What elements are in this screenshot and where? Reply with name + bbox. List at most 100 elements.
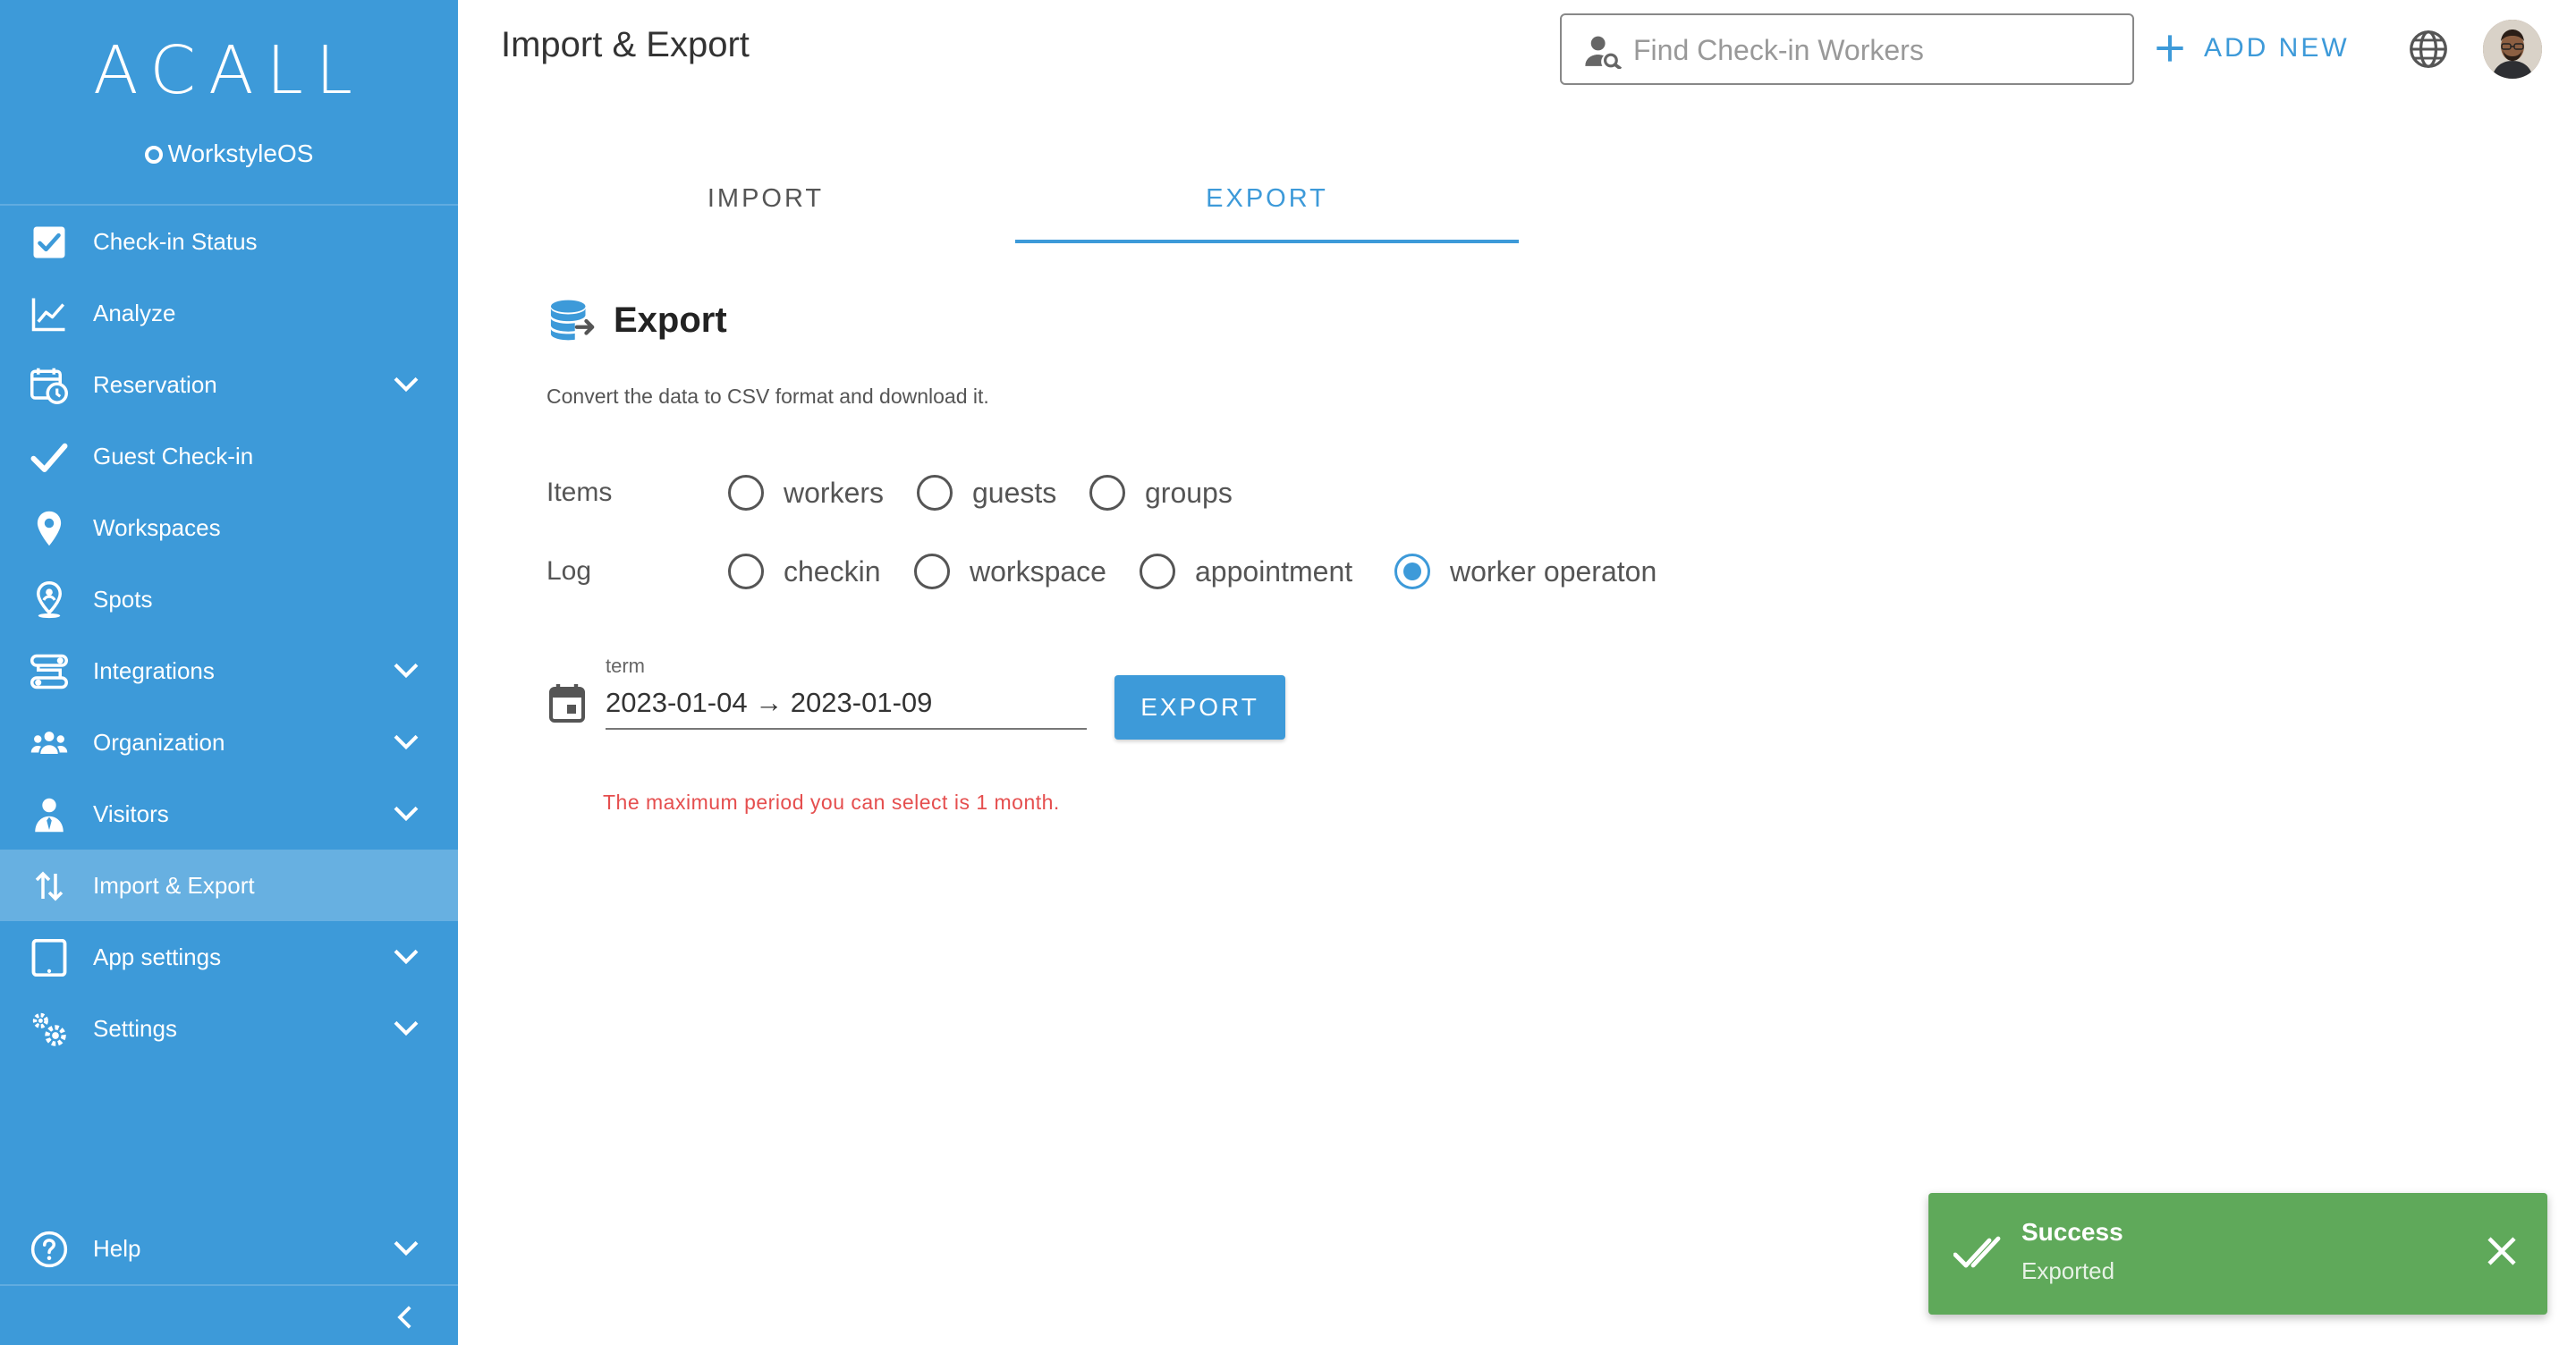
radio-circle[interactable] [728,475,764,511]
people-icon [30,732,68,754]
sidebar-item-label: Reservation [93,370,217,398]
radio-workers[interactable]: workers [728,475,884,511]
search-input[interactable] [1633,26,2116,74]
term-error-message: The maximum period you can select is 1 m… [603,791,1060,814]
plus-icon [2157,35,2183,62]
chevron-down-icon[interactable] [392,1016,420,1041]
chevron-down-icon[interactable] [392,372,420,397]
success-toast: Success Exported [1928,1193,2547,1315]
person-pin-icon [36,581,63,619]
add-new-button[interactable]: ADD NEW [2156,29,2350,68]
page-title: Import & Export [501,25,750,64]
acall-logo[interactable]: ACALL [0,32,458,109]
close-icon[interactable] [2483,1232,2521,1270]
add-new-label: ADD NEW [2204,33,2350,63]
calendar-icon[interactable] [549,683,585,723]
radio-checkin[interactable]: checkin [728,554,881,589]
sidebar-item-label: Workspaces [93,513,221,541]
sidebar-item-guest-check-in[interactable]: Guest Check-in [0,420,458,492]
radio-workspace[interactable]: workspace [914,554,1106,589]
chevron-down-icon[interactable] [392,801,420,826]
search-box[interactable] [1560,13,2134,85]
chevron-down-icon[interactable] [392,730,420,755]
collapse-sidebar-icon[interactable] [392,1304,417,1331]
help-icon [30,1231,68,1268]
radio-guests[interactable]: guests [917,475,1056,511]
sidebar-item-analyze[interactable]: Analyze [0,277,458,349]
term-date-range-input[interactable] [606,678,1087,730]
sidebar-item-integrations[interactable]: Integrations [0,635,458,706]
line-chart-icon [31,298,65,332]
sidebar-item-visitors[interactable]: Visitors [0,778,458,850]
import-export-icon [35,871,64,901]
radio-circle[interactable] [914,554,950,589]
sidebar-item-import-export[interactable]: Import & Export [0,850,458,921]
radio-label: worker operaton [1450,554,1657,588]
chevron-down-icon[interactable] [392,658,420,683]
radio-label: guests [972,476,1057,509]
sidebar-footer [0,1284,458,1345]
section-description: Convert the data to CSV format and downl… [547,385,989,408]
integrations-icon [30,654,68,689]
checkbox-icon [33,226,65,258]
calendar-clock-icon [30,368,68,404]
radio-circle[interactable] [1089,475,1125,511]
log-label: Log [547,556,592,586]
brand-header: ACALL WorkstyleOS [0,0,458,206]
radio-label: appointment [1195,554,1353,588]
sidebar-item-label: Spots [93,585,153,613]
product-name-bold: Workstyle [167,140,277,167]
sidebar-item-label: Guest Check-in [93,442,254,469]
database-export-icon [550,300,595,341]
term-label: term [606,655,645,677]
sidebar-item-workspaces[interactable]: Workspaces [0,492,458,563]
toast-message: Exported [2021,1257,2115,1284]
sidebar-item-label: Import & Export [93,871,255,899]
radio-circle-selected[interactable] [1394,554,1430,589]
sidebar-item-label: Organization [93,728,225,756]
tab-export[interactable]: EXPORT [1015,168,1519,243]
workstyle-ring-icon [144,146,163,164]
product-name: WorkstyleOS [0,140,458,168]
sidebar-item-reservation[interactable]: Reservation [0,349,458,420]
avatar[interactable] [2483,20,2542,79]
globe-icon[interactable] [2409,30,2448,69]
sidebar-item-check-in-status[interactable]: Check-in Status [0,206,458,277]
gears-icon [32,1012,66,1046]
section-title: Export [614,300,727,340]
sidebar-item-label: Visitors [93,799,169,827]
sidebar: ACALL WorkstyleOS Check-in Status Analyz… [0,0,458,1345]
chevron-down-icon[interactable] [392,944,420,969]
sidebar-item-label: Help [93,1234,141,1262]
tab-import[interactable]: IMPORT [512,168,1020,243]
double-check-icon [1953,1236,2001,1268]
sidebar-item-app-settings[interactable]: App settings [0,921,458,993]
sidebar-nav: Check-in Status Analyze Reservation Gues… [0,206,458,1064]
radio-appointment[interactable]: appointment [1140,554,1352,589]
export-button[interactable]: EXPORT [1114,675,1285,740]
sidebar-item-settings[interactable]: Settings [0,993,458,1064]
sidebar-item-label: App settings [93,943,222,970]
sidebar-item-label: Settings [93,1014,177,1042]
sidebar-item-spots[interactable]: Spots [0,563,458,635]
user-photo-icon [2483,20,2542,79]
chevron-down-icon[interactable] [392,1236,420,1261]
sidebar-item-organization[interactable]: Organization [0,706,458,778]
items-label: Items [547,478,613,507]
visitor-icon [35,798,64,833]
radio-label: workspace [970,554,1106,588]
radio-circle[interactable] [917,475,953,511]
radio-groups[interactable]: groups [1089,475,1233,511]
radio-worker-operaton[interactable]: worker operaton [1394,554,1657,589]
checkmark-icon [30,443,68,472]
product-name-light: OS [276,140,314,167]
radio-circle[interactable] [728,554,764,589]
sidebar-item-help[interactable]: Help [0,1213,458,1284]
sidebar-item-label: Check-in Status [93,227,258,255]
sidebar-item-label: Analyze [93,299,176,326]
radio-circle[interactable] [1140,554,1175,589]
toast-title: Success [2021,1218,2123,1246]
person-search-icon [1585,36,1623,69]
location-pin-icon [37,511,62,546]
tablet-icon [31,939,67,977]
